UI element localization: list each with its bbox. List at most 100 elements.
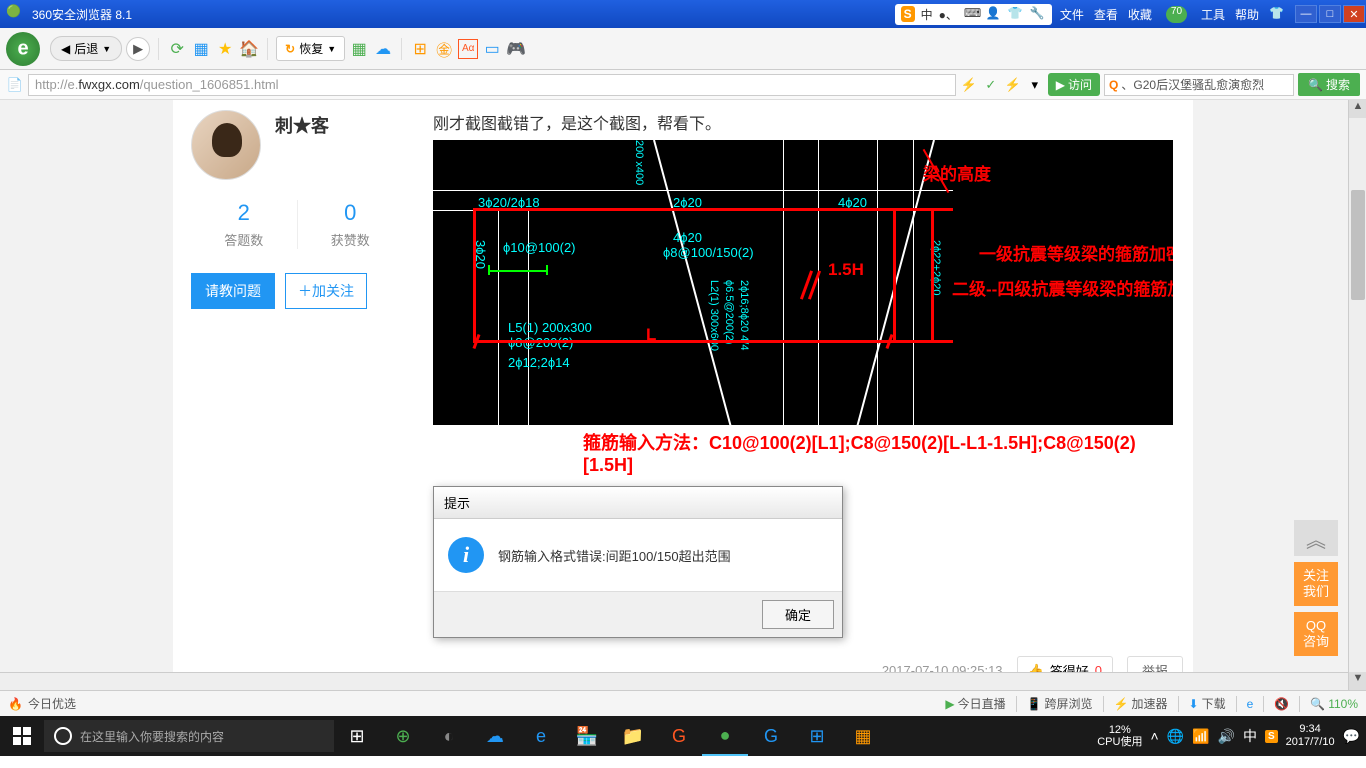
favorite-icon[interactable]: ★ — [215, 39, 235, 59]
restore-button[interactable]: ↻恢复▼ — [276, 36, 345, 61]
windows-taskbar: 在这里输入你要搜索的内容 ⊞ ⊕ ◐ ☁ e 🏪 📁 G ● G ⊞ ▦ 12%… — [0, 716, 1366, 756]
horizontal-scrollbar[interactable] — [0, 672, 1348, 690]
live-button[interactable]: ▶今日直播 — [945, 695, 1005, 712]
tray-network-icon[interactable]: 🌐 — [1167, 728, 1184, 745]
dropdown-icon[interactable]: ▾ — [1026, 76, 1044, 94]
stat-likes[interactable]: 0 获赞数 — [298, 200, 404, 249]
taskbar-edge[interactable]: e — [518, 716, 564, 756]
taskbar-app-6[interactable]: G — [656, 716, 702, 756]
task-view-icon[interactable]: ⊞ — [334, 716, 380, 756]
dialog-message: 钢筋输入格式错误:间距100/150超出范围 — [498, 546, 731, 565]
forward-button[interactable]: ▶ — [126, 37, 150, 61]
avatar[interactable] — [191, 110, 261, 180]
mute-icon[interactable]: 🔇 — [1274, 697, 1289, 711]
ime-panel[interactable]: S 中 ●、 ⌨ 👤 👕 🔧 — [895, 4, 1052, 25]
taskbar-360[interactable]: ● — [702, 716, 748, 756]
hot-icon[interactable]: 🔥 — [8, 697, 23, 711]
info-icon: i — [448, 537, 484, 573]
vertical-scrollbar[interactable]: ▲ ▼ — [1348, 100, 1366, 690]
app-icon: 🟢 — [6, 4, 26, 24]
minimize-button[interactable]: — — [1295, 5, 1317, 23]
cloud-icon[interactable]: ☁ — [373, 39, 393, 59]
user-panel: 刺★客 2 答题数 0 获赞数 请教问题 ＋加关注 — [173, 100, 403, 690]
float-buttons: ︽ 关注 我们 QQ 咨询 — [1294, 520, 1338, 656]
follow-button[interactable]: ＋加关注 — [285, 273, 367, 309]
ask-question-button[interactable]: 请教问题 — [191, 273, 275, 309]
input-method-note: 箍筋输入方法：C10@100(2)[L1];C8@150(2)[L-L1-1.5… — [583, 429, 1183, 476]
scroll-up-icon[interactable]: ▲ — [1349, 100, 1366, 118]
start-button[interactable] — [0, 716, 44, 756]
taskbar-app-1[interactable]: ⊕ — [380, 716, 426, 756]
address-bar: 📄 http://e.fwxgx.com/question_1606851.ht… — [0, 70, 1366, 100]
tray-wifi-icon[interactable]: 📶 — [1192, 728, 1209, 745]
scroll-thumb[interactable] — [1351, 190, 1365, 300]
tray-volume-icon[interactable]: 🔊 — [1218, 728, 1235, 745]
menu-file[interactable]: 文件 — [1060, 6, 1084, 23]
browser-logo-icon[interactable] — [6, 32, 40, 66]
browser-status-bar: 🔥 今日优选 ▶今日直播 📱跨屏浏览 ⚡加速器 ⬇下载 e 🔇 🔍110% — [0, 690, 1366, 716]
tray-notifications-icon[interactable]: 💬 — [1343, 728, 1360, 745]
follow-us-button[interactable]: 关注 我们 — [1294, 562, 1338, 606]
wrench-icon: 🔧 — [1030, 6, 1046, 22]
search-input[interactable]: Q、G20后汉堡骚乱愈演愈烈 — [1104, 74, 1294, 96]
close-button[interactable]: ✕ — [1343, 5, 1365, 23]
tray-chevron-icon[interactable]: ˄ — [1150, 728, 1158, 744]
menu-help[interactable]: 帮助 — [1235, 6, 1259, 23]
cpu-meter[interactable]: 12% CPU使用 — [1097, 724, 1142, 748]
qq-consult-button[interactable]: QQ 咨询 — [1294, 612, 1338, 656]
stat-answers[interactable]: 2 答题数 — [191, 200, 297, 249]
download-button[interactable]: ⬇下载 — [1189, 695, 1226, 712]
cortana-search[interactable]: 在这里输入你要搜索的内容 — [44, 720, 334, 752]
search-button[interactable]: 🔍 搜索 — [1298, 73, 1360, 96]
error-dialog: 提示 i 钢筋输入格式错误:间距100/150超出范围 确定 — [433, 486, 843, 638]
taskbar-store[interactable]: 🏪 — [564, 716, 610, 756]
back-button[interactable]: ◀后退▼ — [50, 36, 122, 61]
cad-image: 3ϕ20/2ϕ18 2ϕ20 4ϕ20 ϕ10@100(2) 4ϕ20 ϕ8@1… — [433, 140, 1173, 425]
notification-badge[interactable]: 70 — [1166, 6, 1187, 23]
answer-title: 刚才截图截错了，是这个截图，帮看下。 — [433, 110, 1183, 134]
money-icon[interactable]: ㊎ — [434, 39, 454, 59]
scroll-top-button[interactable]: ︽ — [1294, 520, 1338, 556]
accelerator-button[interactable]: ⚡加速器 — [1114, 695, 1168, 712]
cortana-icon — [54, 727, 72, 745]
taskbar-explorer[interactable]: 📁 — [610, 716, 656, 756]
dialog-ok-button[interactable]: 确定 — [762, 600, 834, 629]
game-icon[interactable]: 🎮 — [506, 39, 526, 59]
url-input[interactable]: http://e.fwxgx.com/question_1606851.html — [28, 74, 956, 96]
tray-clock[interactable]: 9:34 2017/7/10 — [1286, 723, 1335, 749]
ad-icon[interactable]: Aα — [458, 39, 478, 59]
taskbar-app-3[interactable]: ☁ — [472, 716, 518, 756]
zoom-control[interactable]: 🔍110% — [1310, 697, 1358, 711]
compat-icon[interactable]: ⚡ — [1004, 76, 1022, 94]
grid-icon[interactable]: ⊞ — [410, 39, 430, 59]
extension-icon[interactable]: ▦ — [349, 39, 369, 59]
ime-lang: 中 — [921, 6, 933, 23]
taskbar-app-2[interactable]: ◐ — [426, 716, 472, 756]
menu-view[interactable]: 查看 — [1094, 6, 1118, 23]
house-icon[interactable]: 🏠 — [239, 39, 259, 59]
today-picks[interactable]: 今日优选 — [28, 695, 76, 712]
menu-tools[interactable]: 工具 — [1201, 6, 1225, 23]
maximize-button[interactable]: □ — [1319, 5, 1341, 23]
user-icon: 👤 — [986, 6, 1002, 22]
home-icon[interactable]: ▦ — [191, 39, 211, 59]
video-icon[interactable]: ▭ — [482, 39, 502, 59]
menu-favorites[interactable]: 收藏 — [1128, 6, 1152, 23]
username: 刺★客 — [275, 112, 329, 138]
taskbar-app-8[interactable]: ⊞ — [794, 716, 840, 756]
stop-icon[interactable]: ⟳ — [167, 39, 187, 59]
ie-mode-icon[interactable]: e — [1247, 697, 1254, 711]
tray-ime[interactable]: 中 — [1243, 726, 1257, 746]
taskbar-app-9[interactable]: ▦ — [840, 716, 886, 756]
lock-icon[interactable]: ✓ — [982, 76, 1000, 94]
tray-sogou-icon[interactable]: S — [1265, 730, 1278, 743]
visit-button[interactable]: ▶ 访问 — [1048, 73, 1100, 96]
page-icon: 📄 — [6, 76, 24, 94]
flash-icon[interactable]: ⚡ — [960, 76, 978, 94]
scroll-down-icon[interactable]: ▼ — [1349, 672, 1366, 690]
cross-screen-button[interactable]: 📱跨屏浏览 — [1027, 695, 1093, 712]
keyboard-icon: ⌨ — [964, 6, 980, 22]
taskbar-app-7[interactable]: G — [748, 716, 794, 756]
skin-icon[interactable]: 👕 — [1269, 6, 1284, 23]
window-controls: — □ ✕ — [1294, 5, 1366, 23]
